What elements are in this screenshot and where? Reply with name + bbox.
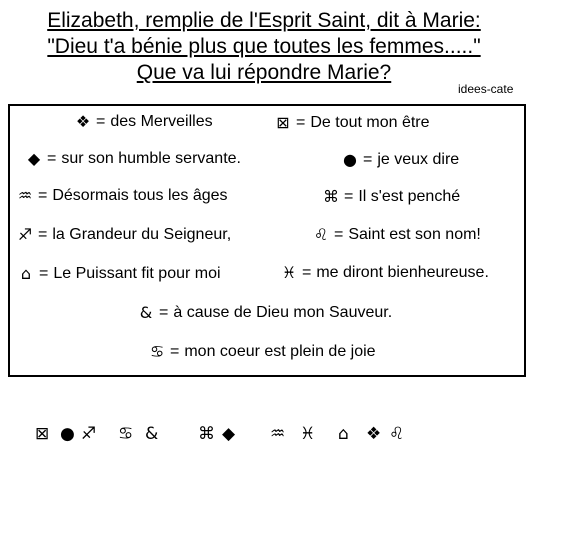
title-line-1: Elizabeth, remplie de l'Esprit Saint, di… — [47, 9, 481, 32]
equals-sign: = — [302, 264, 312, 281]
key-text: des Merveilles — [110, 113, 213, 130]
key-entry: ● = je veux dire — [341, 150, 459, 170]
leo-icon: ♌ — [389, 424, 405, 444]
equals-sign: = — [363, 151, 373, 168]
diamond-icon: ◆ — [222, 424, 236, 444]
equals-sign: = — [96, 113, 106, 130]
leo-icon: ♌ — [313, 225, 329, 244]
key-entry: ⊠ = De tout mon être — [274, 113, 430, 133]
key-text: De tout mon être — [310, 114, 430, 131]
key-entry: ♋ = mon coeur est plein de joie — [148, 342, 376, 362]
key-entry: ❖ = des Merveilles — [74, 112, 213, 132]
key-text: la Grandeur du Seigneur, — [52, 226, 232, 243]
aquarius-icon: ♒ — [17, 186, 33, 205]
boxed-house-icon: ⌂ — [20, 264, 32, 283]
four-diamond-icon: ❖ — [75, 112, 91, 131]
key-text: je veux dire — [377, 151, 460, 168]
sagittarius-icon: ♐ — [81, 424, 97, 444]
sagittarius-icon: ♐ — [17, 225, 33, 244]
credit-label: idees-cate — [458, 82, 514, 96]
diamond-icon: ◆ — [27, 149, 41, 168]
circle-icon: ● — [60, 424, 75, 444]
command-icon: ⌘ — [323, 187, 339, 206]
circle-icon: ● — [343, 150, 357, 169]
cancer-icon: ♋ — [118, 424, 134, 444]
equals-sign: = — [170, 343, 180, 360]
equals-sign: = — [47, 150, 57, 167]
equals-sign: = — [38, 187, 48, 204]
title-line-3: Que va lui répondre Marie? — [136, 61, 392, 84]
key-text: me diront bienheureuse. — [316, 264, 489, 281]
key-entry: ♌ = Saint est son nom! — [312, 225, 481, 245]
boxed-x-icon: ⊠ — [35, 424, 50, 444]
equals-sign: = — [334, 226, 344, 243]
equals-sign: = — [39, 265, 49, 282]
key-entry: ♒ = Désormais tous les âges — [16, 186, 228, 206]
key-text: Le Puissant fit pour moi — [53, 265, 221, 282]
cancer-icon: ♋ — [149, 342, 165, 361]
equals-sign: = — [159, 304, 169, 321]
ampersand-icon: & — [145, 424, 159, 444]
key-entry: ◆ = sur son humble servante. — [25, 149, 241, 169]
key-text: Saint est son nom! — [348, 226, 481, 243]
key-entry: ♐ = la Grandeur du Seigneur, — [16, 225, 231, 245]
four-diamond-icon: ❖ — [366, 424, 382, 444]
aquarius-icon: ♒ — [270, 424, 286, 444]
key-text: mon coeur est plein de joie — [184, 343, 376, 360]
equals-sign: = — [296, 114, 306, 131]
boxed-x-icon: ⊠ — [276, 113, 290, 132]
key-text: Il s'est penché — [358, 188, 461, 205]
equals-sign: = — [38, 226, 48, 243]
key-text: sur son humble servante. — [61, 150, 241, 167]
key-entry: & = à cause de Dieu mon Sauveur. — [137, 303, 392, 323]
pisces-icon: ♓ — [281, 263, 297, 282]
title-line-2: "Dieu t'a bénie plus que toutes les femm… — [47, 35, 481, 58]
key-text: Désormais tous les âges — [52, 187, 228, 204]
key-entry: ⌂ = Le Puissant fit pour moi — [17, 264, 221, 284]
key-text: à cause de Dieu mon Sauveur. — [173, 304, 393, 321]
key-entry: ♓ = me diront bienheureuse. — [280, 263, 489, 283]
boxed-house-icon: ⌂ — [338, 424, 349, 444]
pisces-icon: ♓ — [300, 424, 316, 444]
key-entry: ⌘ = Il s'est penché — [322, 187, 460, 207]
command-icon: ⌘ — [198, 424, 215, 444]
ampersand-icon: & — [139, 303, 153, 322]
equals-sign: = — [344, 188, 354, 205]
